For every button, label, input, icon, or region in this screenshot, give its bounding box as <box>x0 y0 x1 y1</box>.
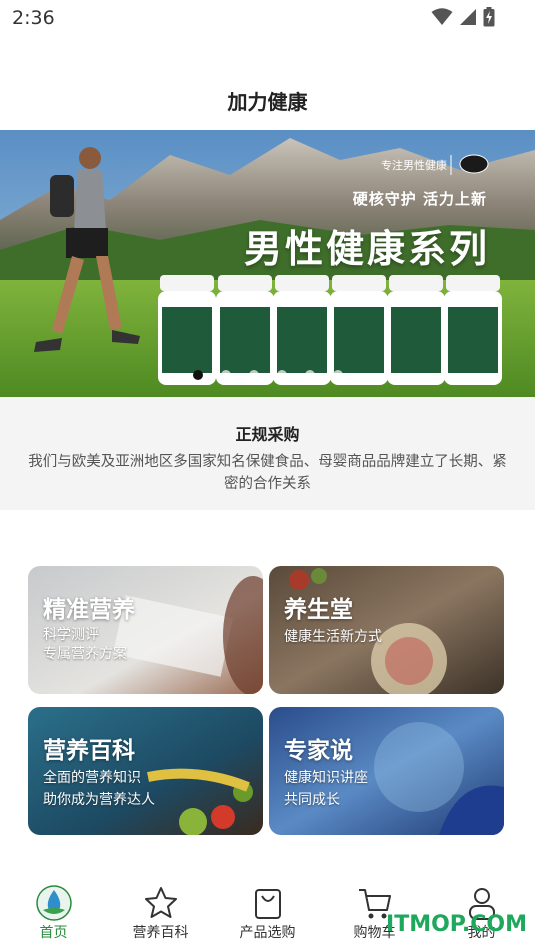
card-health-hall[interactable]: 养生堂 健康生活新方式 <box>269 566 504 694</box>
status-bar: 2:36 <box>0 0 535 36</box>
tab-nutrition-wiki[interactable]: 营养百科 <box>107 880 214 951</box>
card-title: 专家说 <box>284 738 353 764</box>
shopping-bag-icon <box>254 889 281 919</box>
card-title: 精准营养 <box>43 597 135 623</box>
signal-icon <box>460 9 476 25</box>
card-subtitle: 全面的营养知识 <box>43 770 141 786</box>
status-time: 2:36 <box>12 7 55 29</box>
info-description: 我们与欧美及亚洲地区多国家知名保健食品、母婴商品品牌建立了长期、紧密的合作关系 <box>28 454 507 492</box>
card-subtitle: 助你成为营养达人 <box>43 792 155 808</box>
star-icon <box>144 887 177 918</box>
banner-series-title: 男性健康系列 <box>243 227 490 271</box>
carousel-dot[interactable] <box>332 370 343 380</box>
carousel-dot[interactable] <box>192 370 203 380</box>
banner-slogan: 硬核守护 活力上新 <box>352 190 487 208</box>
procurement-info: 正规采购 我们与欧美及亚洲地区多国家知名保健食品、母婴商品品牌建立了长期、紧密的… <box>0 397 535 510</box>
card-subtitle: 健康知识讲座 <box>284 770 368 786</box>
status-icons <box>431 7 495 27</box>
card-subtitle: 共同成长 <box>284 792 340 808</box>
watermark: ITMOP.COM <box>386 912 527 937</box>
carousel-dot[interactable] <box>276 370 287 380</box>
card-title: 营养百科 <box>43 738 135 764</box>
card-title: 养生堂 <box>284 597 353 623</box>
page-title: 加力健康 <box>227 90 308 114</box>
carousel-dot[interactable] <box>248 370 259 380</box>
carousel-dot[interactable] <box>304 370 315 380</box>
tab-label: 营养百科 <box>132 925 189 941</box>
card-subtitle: 专属营养方案 <box>43 646 127 662</box>
card-subtitle: 科学测评 <box>43 627 99 643</box>
card-precision-nutrition[interactable]: 精准营养 科学测评 专属营养方案 <box>28 566 263 694</box>
card-expert-talk[interactable]: 专家说 健康知识讲座 共同成长 <box>269 707 504 835</box>
feature-grid: 精准营养 科学测评 专属营养方案 养生堂 健康生活新方式 营养百科 全面的营养知… <box>28 566 504 835</box>
card-subtitle: 健康生活新方式 <box>284 629 382 645</box>
tab-home[interactable]: 首页 <box>0 880 107 951</box>
banner-carousel[interactable]: 专注男性健康 硬核守护 活力上新 男性健康系列 <box>0 130 535 397</box>
wifi-icon <box>431 8 453 25</box>
banner-brand: 专注男性健康 <box>381 159 447 172</box>
home-drop-icon <box>35 885 72 921</box>
carousel-indicator[interactable] <box>0 370 535 380</box>
carousel-dot[interactable] <box>220 370 231 380</box>
card-nutrition-encyclopedia[interactable]: 营养百科 全面的营养知识 助你成为营养达人 <box>28 707 263 835</box>
tab-label: 产品选购 <box>239 925 296 941</box>
info-title: 正规采购 <box>235 425 300 444</box>
tab-label: 首页 <box>39 925 68 941</box>
tab-product-shop[interactable]: 产品选购 <box>214 880 321 951</box>
brand-logo-icon <box>459 154 489 174</box>
battery-icon <box>483 7 495 27</box>
